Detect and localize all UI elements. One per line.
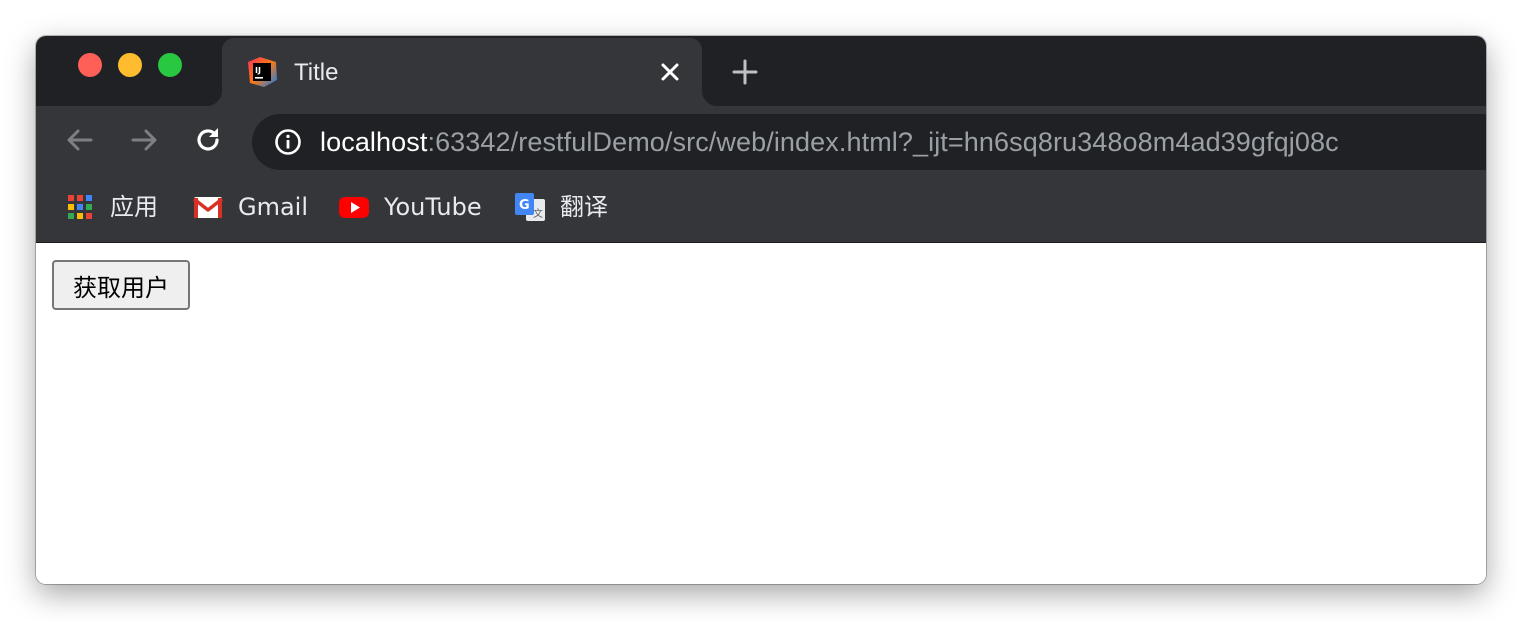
info-icon[interactable] (274, 128, 302, 156)
window-close-button[interactable] (78, 53, 102, 77)
svg-text:IJ: IJ (255, 66, 261, 75)
page-content: 获取用户 (36, 243, 1486, 584)
toolbar: localhost:63342/restfulDemo/src/web/inde… (36, 106, 1486, 174)
window-minimize-button[interactable] (118, 53, 142, 77)
bookmark-label: Gmail (238, 193, 309, 221)
bookmark-translate[interactable]: G 文 翻译 (514, 190, 608, 224)
svg-text:G: G (519, 198, 530, 213)
gmail-icon (192, 197, 224, 218)
get-user-button[interactable]: 获取用户 (52, 260, 190, 310)
back-arrow-icon[interactable] (64, 124, 96, 156)
url-path: :63342/restfulDemo/src/web/index.html?_i… (427, 127, 1339, 157)
address-bar[interactable]: localhost:63342/restfulDemo/src/web/inde… (252, 114, 1486, 170)
tab-close-icon[interactable] (656, 58, 684, 86)
intellij-idea-icon: IJ (248, 57, 277, 87)
url-host: localhost (320, 127, 428, 157)
bookmark-label: YouTube (384, 193, 482, 221)
svg-text:文: 文 (533, 207, 543, 220)
forward-arrow-icon[interactable] (128, 124, 160, 156)
apps-grid-icon (68, 195, 92, 219)
reload-icon[interactable] (192, 124, 224, 156)
url-text[interactable]: localhost:63342/restfulDemo/src/web/inde… (320, 127, 1339, 157)
window-maximize-button[interactable] (158, 53, 182, 77)
bookmark-label: 应用 (110, 193, 158, 221)
google-translate-icon: G 文 (515, 193, 545, 221)
browser-window: IJ Title localhost:63342/restfulDemo/src… (36, 36, 1486, 584)
tab-title: Title (294, 59, 339, 86)
youtube-icon (339, 197, 369, 218)
bookmark-youtube[interactable]: YouTube (338, 190, 482, 224)
bookmark-gmail[interactable]: Gmail (192, 190, 308, 224)
new-tab-icon[interactable] (730, 57, 760, 87)
bookmarks-bar: 应用 Gmail YouTube G 文 翻译 (36, 174, 1486, 243)
tab-strip: IJ Title (36, 36, 1486, 106)
bookmark-apps[interactable]: 应用 (64, 190, 158, 224)
bookmark-label: 翻译 (560, 193, 608, 221)
tab-active[interactable]: IJ Title (206, 38, 718, 106)
